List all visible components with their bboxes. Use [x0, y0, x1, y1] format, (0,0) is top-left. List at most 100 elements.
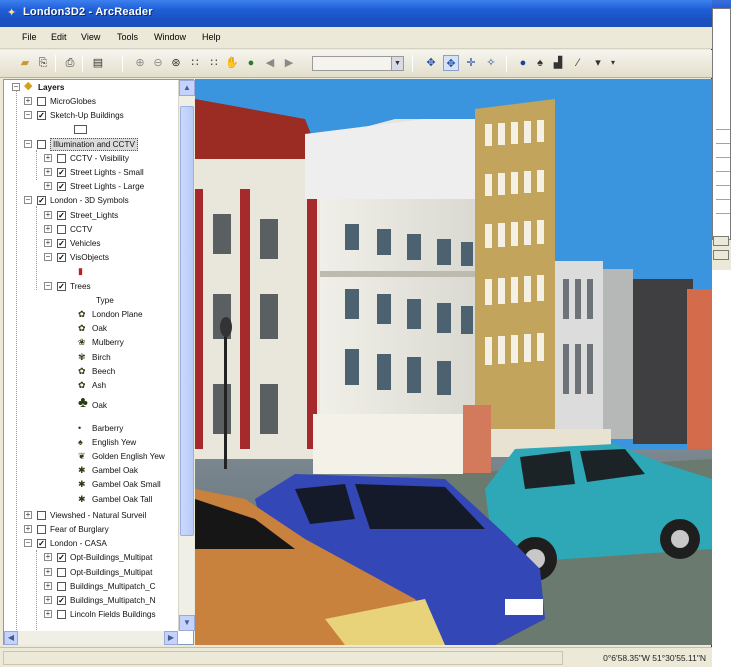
- layer-label[interactable]: Buildings_Multipatch_C: [70, 580, 156, 593]
- layer-row-item[interactable]: ▮: [4, 265, 180, 278]
- collapse-icon[interactable]: −: [24, 111, 32, 120]
- layer-row-buildings-multipatch-n[interactable]: + ✓ Buildings_Multipatch_N: [4, 594, 180, 607]
- layer-row-viewshed-natural-surveil[interactable]: + Viewshed - Natural Surveil: [4, 509, 180, 522]
- background-window-titlebar[interactable]: [710, 0, 731, 8]
- layer-visibility-checkbox[interactable]: ✓: [57, 168, 66, 177]
- layer-label[interactable]: Fear of Burglary: [50, 523, 109, 536]
- layer-visibility-checkbox[interactable]: ✓: [57, 281, 66, 291]
- layer-label[interactable]: Street_Lights: [70, 209, 118, 222]
- expand-icon[interactable]: +: [44, 610, 52, 619]
- layer-row-trees[interactable]: − ✓ Trees: [4, 280, 180, 293]
- layer-label[interactable]: Lincoln Fields Buildings: [70, 608, 156, 621]
- dropdown-arrow-icon[interactable]: ▾: [605, 55, 621, 71]
- identify-icon[interactable]: ●: [515, 55, 531, 71]
- layer-visibility-checkbox[interactable]: ✓: [57, 239, 66, 248]
- layer-visibility-checkbox[interactable]: [57, 610, 66, 620]
- layer-visibility-checkbox[interactable]: [37, 97, 46, 106]
- collapse-icon[interactable]: −: [44, 253, 52, 262]
- expand-icon[interactable]: +: [44, 168, 52, 176]
- layer-row-visobjects[interactable]: − ✓ VisObjects: [4, 251, 180, 264]
- collapse-icon[interactable]: −: [24, 539, 32, 548]
- find-icon[interactable]: ♠: [532, 55, 548, 71]
- layer-label[interactable]: Opt-Buildings_Multipat: [70, 551, 152, 564]
- layer-label[interactable]: Buildings_Multipatch_N: [70, 594, 156, 607]
- pan-icon[interactable]: ✋: [224, 55, 240, 71]
- expand-icon[interactable]: +: [44, 239, 52, 247]
- menu-window[interactable]: Window: [152, 32, 188, 42]
- menu-tools[interactable]: Tools: [115, 32, 140, 42]
- layer-label[interactable]: London - 3D Symbols: [50, 194, 129, 207]
- expand-icon[interactable]: +: [44, 153, 52, 162]
- layer-visibility-checkbox[interactable]: [57, 567, 66, 577]
- open-doc-icon[interactable]: ⎘: [35, 55, 51, 71]
- scroll-right-icon[interactable]: ▶: [164, 631, 178, 645]
- print-icon[interactable]: ⎙: [62, 55, 78, 71]
- layer-visibility-checkbox[interactable]: [57, 224, 66, 234]
- layer-row-illumination-and-cctv[interactable]: − Illumination and CCTV: [4, 137, 180, 151]
- layer-row-lincoln-fields-buildings[interactable]: + Lincoln Fields Buildings: [4, 608, 180, 621]
- draw-tool-icon[interactable]: ▾: [590, 55, 606, 71]
- layer-row-buildings-multipatch-c[interactable]: + Buildings_Multipatch_C: [4, 580, 180, 593]
- 3d-scene-view[interactable]: [195, 79, 712, 645]
- menu-file[interactable]: File: [20, 32, 39, 42]
- layer-row-cctv[interactable]: + CCTV: [4, 223, 180, 236]
- layer-row-opt-buildings-multipat[interactable]: + Opt-Buildings_Multipat: [4, 566, 180, 579]
- center-icon[interactable]: ✛: [463, 55, 479, 71]
- layer-label[interactable]: Viewshed - Natural Surveil: [50, 509, 146, 522]
- layer-row-street-lights-small[interactable]: + ✓ Street Lights - Small: [4, 166, 180, 179]
- background-window-button[interactable]: [713, 250, 729, 260]
- layer-label[interactable]: VisObjects: [70, 251, 109, 264]
- scroll-thumb[interactable]: [180, 106, 194, 536]
- layer-row-street-lights[interactable]: + ✓ Street_Lights: [4, 209, 180, 222]
- layer-row-vehicles[interactable]: + ✓ Vehicles: [4, 237, 180, 250]
- expand-icon[interactable]: +: [44, 581, 52, 590]
- layer-visibility-checkbox[interactable]: ✓: [57, 253, 66, 263]
- scroll-down-icon[interactable]: ▼: [179, 615, 195, 631]
- open-icon[interactable]: ▰: [17, 55, 33, 71]
- expand-icon[interactable]: +: [44, 224, 52, 233]
- full-extent-icon[interactable]: ●: [243, 55, 259, 71]
- page-icon[interactable]: ▤: [90, 55, 106, 71]
- layer-visibility-checkbox[interactable]: ✓: [57, 210, 66, 220]
- back-icon[interactable]: ◀: [262, 55, 278, 71]
- menu-view[interactable]: View: [79, 32, 102, 42]
- layer-row-street-lights-large[interactable]: + ✓ Street Lights - Large: [4, 180, 180, 193]
- menu-edit[interactable]: Edit: [49, 32, 69, 42]
- expand-icon[interactable]: +: [44, 210, 52, 219]
- toc-horizontal-scrollbar[interactable]: ◀ ▶: [4, 631, 178, 645]
- layer-visibility-checkbox[interactable]: ✓: [37, 111, 46, 121]
- layer-label[interactable]: CCTV: [70, 223, 92, 236]
- scale-combo[interactable]: ▼: [312, 56, 404, 71]
- layer-visibility-checkbox[interactable]: ✓: [57, 553, 66, 563]
- collapse-icon[interactable]: −: [44, 281, 52, 290]
- layer-visibility-checkbox[interactable]: [37, 510, 46, 520]
- expand-icon[interactable]: +: [44, 182, 52, 191]
- layer-label[interactable]: CCTV - Visibility: [70, 152, 129, 165]
- layer-row-item[interactable]: [4, 123, 180, 136]
- layer-label[interactable]: Sketch-Up Buildings: [50, 109, 124, 122]
- zoom-in-icon[interactable]: ⊕: [132, 55, 148, 71]
- scroll-up-icon[interactable]: ▲: [179, 80, 195, 96]
- draw-icon[interactable]: ∕: [570, 55, 586, 71]
- layer-row-london-casa[interactable]: − ✓ London - CASA: [4, 537, 180, 550]
- zoom-all-icon[interactable]: ⊛: [168, 55, 184, 71]
- layer-row-opt-buildings-multipat[interactable]: + ✓ Opt-Buildings_Multipat: [4, 551, 180, 564]
- collapse-icon[interactable]: −: [24, 196, 32, 205]
- expand-icon[interactable]: +: [24, 97, 32, 105]
- menu-help[interactable]: Help: [200, 32, 223, 42]
- layer-label[interactable]: Opt-Buildings_Multipat: [70, 566, 152, 579]
- scroll-left-icon[interactable]: ◀: [4, 631, 18, 645]
- layer-label[interactable]: Trees: [70, 280, 91, 293]
- layer-row-sketch-up-buildings[interactable]: − ✓ Sketch-Up Buildings: [4, 109, 180, 122]
- layer-label[interactable]: Street Lights - Large: [70, 180, 144, 193]
- layer-row-microglobes[interactable]: + MicroGlobes: [4, 95, 180, 108]
- layer-row-fear-of-burglary[interactable]: + Fear of Burglary: [4, 523, 180, 536]
- layer-label[interactable]: MicroGlobes: [50, 95, 96, 108]
- target-icon[interactable]: ✧: [483, 55, 499, 71]
- layer-visibility-checkbox[interactable]: ✓: [57, 182, 66, 192]
- expand-icon[interactable]: +: [44, 553, 52, 562]
- expand-icon[interactable]: +: [44, 596, 52, 604]
- fixed-zoom-in-icon[interactable]: ∷: [187, 55, 203, 71]
- layer-label[interactable]: Illumination and CCTV: [50, 137, 138, 151]
- layer-visibility-checkbox[interactable]: [37, 525, 46, 534]
